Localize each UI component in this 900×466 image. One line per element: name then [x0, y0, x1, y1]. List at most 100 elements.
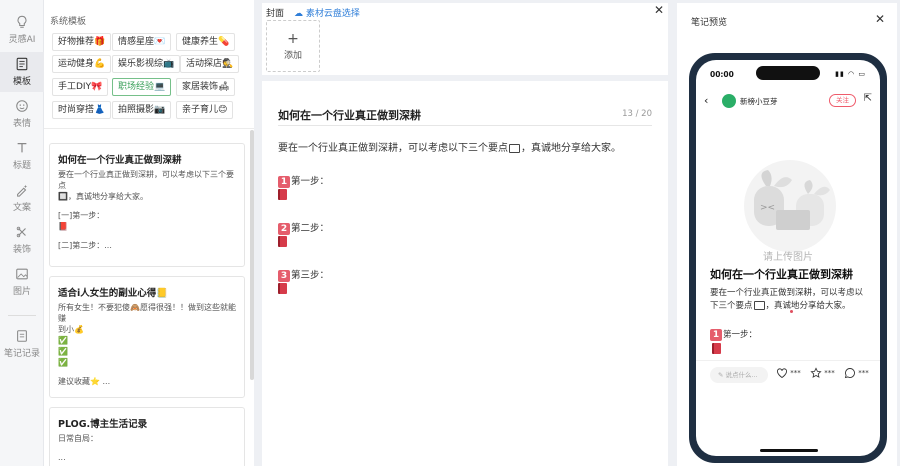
svg-text:><: >< — [760, 203, 775, 213]
close-icon[interactable]: ✕ — [875, 12, 885, 26]
template-tag[interactable]: 时尚穿搭👗 — [52, 101, 112, 119]
template-card[interactable]: 如何在一个行业真正做到深耕 要在一个行业真正做到深耕，可以考虑以下三个要点 🔲，… — [49, 143, 245, 267]
keycap-three-icon: 3 — [278, 269, 290, 282]
template-tag[interactable]: 家居装饰🛋 — [176, 78, 236, 96]
rail-label: 笔记记录 — [3, 349, 40, 359]
card-title: PLOG.博主生活记录 — [58, 419, 148, 430]
rail-item-ai[interactable]: 灵感AI — [0, 10, 44, 50]
template-tag[interactable]: 好物推荐🎁 — [52, 33, 112, 51]
note-title-input[interactable]: 如何在一个行业真正做到深耕 — [278, 107, 421, 123]
step-three[interactable]: 3 第三步： — [278, 267, 329, 282]
pencil-icon: ✎ — [718, 371, 726, 379]
rail-label: 装饰 — [12, 245, 31, 255]
image-icon — [16, 268, 28, 280]
preview-action-bar: ✎ 说点什么... *** *** *** — [696, 360, 880, 388]
rail-divider — [8, 315, 36, 316]
rail-item-template[interactable]: 模板 — [0, 52, 44, 92]
note-editor[interactable]: 如何在一个行业真正做到深耕 13 / 20 要在一个行业真正做到深耕，可以考虑以… — [262, 81, 668, 466]
preview-body: 要在一个行业真正做到深耕，可以考虑以下三个要点 ，真诚地分享给大家。 — [710, 287, 870, 313]
rail-item-image[interactable]: 图片 — [0, 262, 44, 302]
card-line — [58, 202, 236, 210]
magic-pen-icon — [17, 184, 28, 197]
star-icon — [810, 367, 822, 378]
like-count: *** — [790, 369, 801, 377]
plus-icon: + — [287, 30, 299, 47]
template-tag[interactable]: 拍照摄影📷 — [112, 101, 172, 119]
cloud-select-link[interactable]: ☁ 素材云盘选择 — [294, 6, 360, 19]
rail-label: 图片 — [12, 287, 31, 297]
comment-bubble-icon — [844, 368, 855, 379]
card-line: 日常自局： — [58, 434, 98, 443]
card-line: 🔲，真诚地分享给大家。 — [58, 192, 148, 201]
step-two-book — [278, 236, 287, 247]
card-line: 到小💰 — [58, 325, 84, 334]
step-label: 第一步： — [291, 176, 330, 187]
preview-title: 笔记预览 — [691, 18, 728, 28]
square-emoji-icon — [509, 143, 520, 153]
rail-label: 表情 — [12, 119, 31, 129]
preview-book — [712, 343, 721, 355]
rail-item-note-record[interactable]: 笔记记录 — [0, 324, 44, 364]
collect-count: *** — [824, 369, 835, 377]
template-tag-active[interactable]: 职场经验💻 — [112, 78, 172, 96]
card-line: 所有女生！不要犯傻🙈愿得很强！！做到这些就能赚 — [58, 303, 236, 323]
rail-item-decor[interactable]: 装饰 — [0, 220, 44, 260]
text-icon — [17, 143, 27, 153]
step-label: 第二步： — [291, 223, 330, 234]
comment-action: *** — [844, 367, 869, 379]
close-icon[interactable]: ✕ — [654, 3, 664, 17]
red-book-icon — [278, 189, 287, 200]
decor-icon — [16, 226, 26, 238]
cloud-icon: ☁ — [294, 9, 306, 19]
card-line: ✅ — [58, 347, 68, 356]
step-two[interactable]: 2 第二步： — [278, 220, 329, 235]
template-tag[interactable]: 情感星座💌 — [112, 33, 172, 51]
status-time: 00:00 — [710, 70, 734, 79]
note-preview-panel: 笔记预览 ✕ 00:00 ▮▮ ◠ ▭ ‹ 新榜小豆芽 关注 ⇱ >< 请上传图… — [677, 3, 897, 466]
cloud-select-label: 素材云盘选择 — [305, 9, 360, 19]
rail-label: 文案 — [12, 203, 31, 213]
note-body-text[interactable]: 要在一个行业真正做到深耕，可以考虑以下三个要点 ，真诚地分享给大家。 — [278, 139, 621, 154]
status-icons: ▮▮ ◠ ▭ — [835, 70, 866, 78]
template-scrollbar[interactable] — [250, 130, 254, 380]
template-tag[interactable]: 亲子育儿😊 — [176, 101, 234, 119]
preview-step-one: 1 第一步： — [710, 328, 757, 341]
preview-username: 新榜小豆芽 — [740, 97, 778, 106]
dynamic-island — [756, 66, 820, 80]
card-line: [二]第二步：... — [58, 241, 112, 250]
template-tag[interactable]: 手工DIY🎀 — [52, 78, 109, 96]
card-line — [58, 368, 236, 376]
preview-body-b: ，真诚地分享给大家。 — [765, 301, 851, 311]
share-icon: ⇱ — [863, 93, 872, 104]
rail-label: 灵感AI — [8, 35, 36, 45]
preview-nav: ‹ 新榜小豆芽 关注 ⇱ — [696, 90, 880, 112]
template-card[interactable]: PLOG.博主生活记录 日常自局： ... — [49, 407, 245, 466]
add-cover-button[interactable]: + 添加 — [266, 20, 320, 72]
card-line: 📕 — [58, 222, 68, 231]
phone-screen: 00:00 ▮▮ ◠ ▭ ‹ 新榜小豆芽 关注 ⇱ >< 请上传图片 如何在一个… — [696, 60, 880, 456]
rail-item-copy[interactable]: 文案 — [0, 178, 44, 218]
cover-label: 封面 — [266, 9, 285, 19]
rail-item-emoji[interactable]: 表情 — [0, 94, 44, 134]
template-tag[interactable]: 运动健身💪 — [52, 55, 112, 73]
add-label: 添加 — [283, 50, 302, 61]
collect-action: *** — [810, 367, 835, 379]
template-tag[interactable]: 健康养生💊 — [176, 33, 236, 51]
step-one[interactable]: 1 第一步： — [278, 173, 329, 188]
template-tag[interactable]: 娱乐影视综📺 — [112, 55, 181, 73]
step-label: 第三步： — [291, 270, 330, 281]
template-section-title: 系统模板 — [50, 17, 87, 27]
heart-icon — [777, 368, 787, 379]
rail-label: 标题 — [12, 161, 31, 171]
body-text-a: 要在一个行业真正做到深耕，可以考虑以下三个要点 — [278, 143, 508, 154]
title-divider — [278, 125, 652, 126]
template-card[interactable]: 适合i人女生的副业心得📒 所有女生！不要犯傻🙈愿得很强！！做到这些就能赚 到小💰… — [49, 276, 245, 398]
card-line: [一]第一步： — [58, 211, 105, 220]
red-book-icon — [278, 236, 287, 247]
rail-label: 模板 — [12, 77, 31, 87]
template-tag[interactable]: 活动探店🕵 — [180, 55, 240, 73]
comment-input-preview: ✎ 说点什么... — [710, 367, 768, 383]
rail-item-title[interactable]: 标题 — [0, 136, 44, 176]
keycap-one-icon: 1 — [278, 175, 290, 188]
card-title: 如何在一个行业真正做到深耕 — [58, 155, 182, 166]
